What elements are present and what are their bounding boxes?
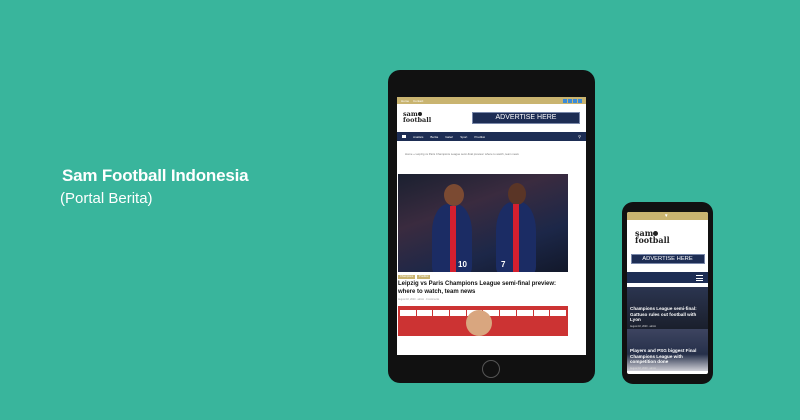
home-icon[interactable] <box>402 135 406 138</box>
jersey-number: 7 <box>501 260 506 269</box>
facebook-icon[interactable] <box>563 98 567 103</box>
tablet-mockup: Home Contact sam football ADVERTISE HERE … <box>388 70 595 383</box>
post-card[interactable]: Players and PSG biggest Final Champions … <box>627 328 708 371</box>
site-header: sam football ADVERTISE HERE <box>397 104 586 132</box>
caption: Sam Football Indonesia (Portal Berita) <box>60 166 249 207</box>
second-post-image[interactable] <box>398 306 568 336</box>
phone-screen: ▼ sam football ADVERTISE HERE Champions L… <box>627 212 708 374</box>
football-icon <box>417 112 422 117</box>
top-bar: Home Contact <box>397 97 586 104</box>
advertise-banner[interactable]: ADVERTISE HERE <box>472 112 580 124</box>
social-icons <box>563 98 582 103</box>
post-meta: August 18, 2020 · admin · 0 comments <box>398 298 440 301</box>
caption-title: Sam Football Indonesia <box>62 166 249 185</box>
tag[interactable]: Champions <box>398 275 416 279</box>
instagram-icon[interactable] <box>573 98 577 103</box>
player-head <box>444 184 464 206</box>
post-tags: Champions Prediksi <box>398 275 431 279</box>
top-link-contact[interactable]: Contact <box>413 99 423 103</box>
youtube-icon[interactable] <box>578 98 582 103</box>
football-icon <box>653 231 659 236</box>
post-card-title[interactable]: Players and PSG biggest Final Champions … <box>630 348 704 364</box>
jersey-number: 10 <box>458 260 467 269</box>
post-card-title[interactable]: Champions League semi-final: Gattuso rul… <box>630 306 704 322</box>
post-headline[interactable]: Leipzig vs Paris Champions League semi-f… <box>398 281 563 296</box>
nav-item-analisis[interactable]: Analisis <box>413 135 423 139</box>
caption-subtitle: (Portal Berita) <box>60 190 153 207</box>
mobile-nav <box>627 271 708 283</box>
top-bar: ▼ <box>627 212 708 220</box>
menu-icon[interactable] <box>696 274 703 282</box>
post-card[interactable]: Champions League semi-final: Gattuso rul… <box>627 286 708 329</box>
twitter-icon[interactable] <box>568 98 572 103</box>
site-logo[interactable]: sam football <box>403 111 431 123</box>
phone-mockup: ▼ sam football ADVERTISE HERE Champions L… <box>622 202 713 384</box>
search-icon[interactable]: ⚲ <box>578 134 581 139</box>
nav-item-berita[interactable]: Berita <box>430 135 438 139</box>
nav-item-sport[interactable]: Sport <box>460 135 467 139</box>
post-card-meta: August 18, 2020 · admin <box>630 366 657 370</box>
nav-item-galeri[interactable]: Galeri <box>445 135 453 139</box>
coach-figure <box>466 310 492 336</box>
advertise-banner[interactable]: ADVERTISE HERE <box>630 253 705 264</box>
tag[interactable]: Prediksi <box>417 275 431 279</box>
breadcrumb: Home » Leipzig vs Paris Champions League… <box>405 152 519 156</box>
hero-image[interactable]: 10 7 <box>398 174 568 272</box>
nav-item-prediksi[interactable]: Prediksi <box>474 135 485 139</box>
top-link-home[interactable]: Home <box>401 99 409 103</box>
jersey-stripe <box>450 206 456 272</box>
player-head <box>508 183 526 205</box>
chevron-down-icon[interactable]: ▼ <box>664 213 668 218</box>
jersey-stripe <box>513 204 519 272</box>
post-card-meta: August 18, 2020 · admin <box>630 324 657 328</box>
site-logo[interactable]: sam football <box>635 229 708 244</box>
home-button <box>482 360 500 378</box>
main-nav: Analisis Berita Galeri Sport Prediksi ⚲ <box>397 132 586 141</box>
